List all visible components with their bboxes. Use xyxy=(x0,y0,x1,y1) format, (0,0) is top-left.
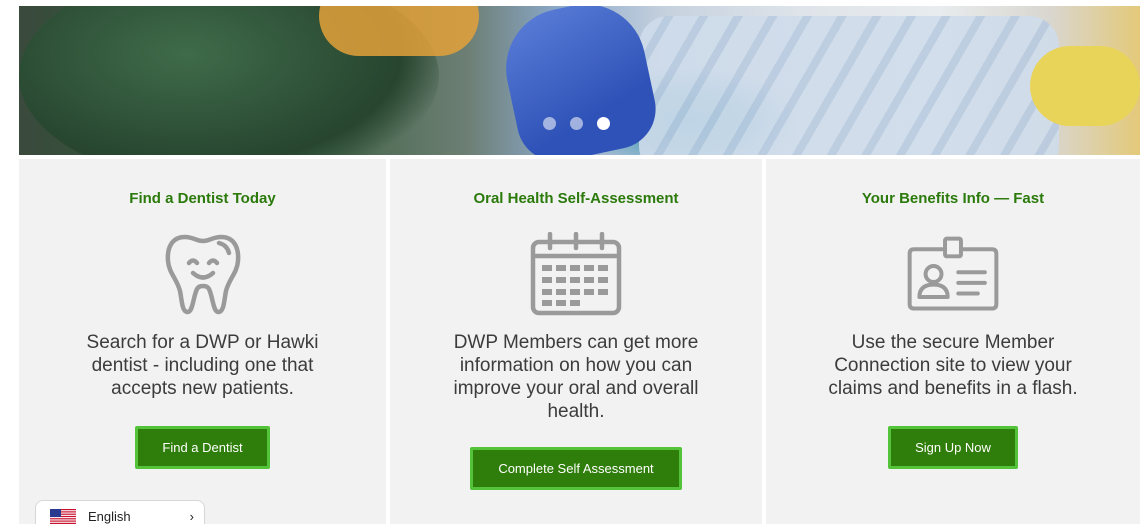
calendar-icon xyxy=(530,231,622,317)
panel-description: Search for a DWP or Hawki dentist - incl… xyxy=(86,332,319,399)
tooth-icon xyxy=(157,231,249,317)
panel-title: Your Benefits Info — Fast xyxy=(861,190,1045,207)
hero-carousel xyxy=(19,6,1140,155)
panel-title: Find a Dentist Today xyxy=(129,190,276,207)
panel-title: Oral Health Self-Assessment xyxy=(473,190,679,207)
hero-image-glove xyxy=(494,6,664,155)
benefits-panel: Your Benefits Info — Fast Use the secure… xyxy=(766,159,1140,524)
self-assessment-panel: Oral Health Self-Assessment DWP Members … xyxy=(390,159,762,524)
carousel-dot-1[interactable] xyxy=(543,117,556,130)
language-selector[interactable]: English › xyxy=(35,500,205,524)
hero-image-detail xyxy=(319,6,479,56)
id-card-icon xyxy=(907,231,999,317)
complete-self-assessment-button[interactable]: Complete Self Assessment xyxy=(470,447,682,490)
panel-description: DWP Members can get more information on … xyxy=(453,332,699,422)
hero-image-chair xyxy=(1030,46,1140,126)
carousel-dot-3[interactable] xyxy=(597,117,610,130)
carousel-dots xyxy=(543,117,610,130)
us-flag-icon xyxy=(50,509,76,524)
panel-description: Use the secure Member Connection site to… xyxy=(828,332,1078,399)
find-dentist-panel: Find a Dentist Today Search for a DWP or… xyxy=(19,159,386,524)
carousel-dot-2[interactable] xyxy=(570,117,583,130)
sign-up-now-button[interactable]: Sign Up Now xyxy=(888,426,1018,469)
hero-image-detail xyxy=(639,16,1059,155)
language-label: English xyxy=(88,509,131,524)
chevron-right-icon: › xyxy=(189,509,194,524)
find-dentist-button[interactable]: Find a Dentist xyxy=(135,426,270,469)
